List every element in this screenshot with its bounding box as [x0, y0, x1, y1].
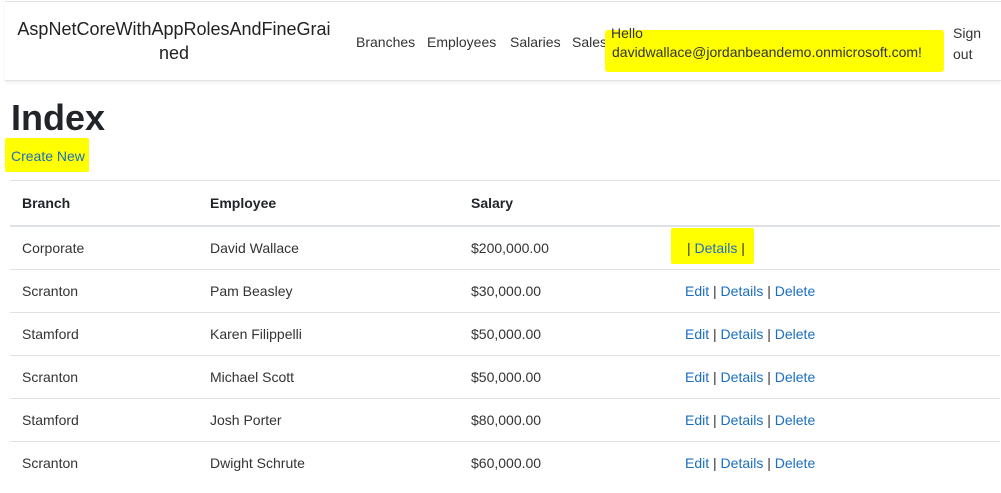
table-row: Stamford Josh Porter $80,000.00 Edit | D…	[10, 398, 1000, 442]
cell-branch: Stamford	[10, 398, 198, 442]
cell-employee: Karen Filippelli	[198, 312, 459, 356]
cell-actions: Edit | Details | Delete	[673, 441, 1000, 484]
edit-link[interactable]: Edit	[685, 455, 709, 471]
separator: |	[713, 412, 717, 428]
nav-salaries[interactable]: Salaries	[510, 34, 561, 50]
separator: |	[767, 369, 771, 385]
details-link[interactable]: Details	[695, 240, 738, 256]
table-row: Scranton Michael Scott $50,000.00 Edit |…	[10, 355, 1000, 399]
details-link[interactable]: Details	[721, 283, 764, 299]
cell-employee: Dwight Schrute	[198, 441, 459, 484]
cell-actions: Edit | Details | Delete	[673, 312, 1000, 356]
cell-actions: Edit | Details | Delete	[673, 398, 1000, 442]
top-navbar: AspNetCoreWithAppRolesAndFineGrained Bra…	[5, 1, 1001, 81]
delete-link[interactable]: Delete	[775, 283, 815, 299]
cell-salary: $60,000.00	[459, 441, 673, 484]
cell-branch: Scranton	[10, 441, 198, 484]
header-employee: Employee	[198, 180, 459, 227]
separator: |	[713, 369, 717, 385]
separator: |	[767, 326, 771, 342]
table-row: Corporate David Wallace $200,000.00	[10, 225, 1000, 270]
delete-link[interactable]: Delete	[775, 369, 815, 385]
separator: |	[713, 326, 717, 342]
cell-branch: Corporate	[10, 225, 198, 270]
table-row: Stamford Karen Filippelli $50,000.00 Edi…	[10, 312, 1000, 356]
table-header-row: Branch Employee Salary	[10, 180, 1000, 227]
header-salary: Salary	[459, 180, 673, 227]
salaries-table: Branch Employee Salary Corporate David W…	[10, 180, 1000, 484]
nav-employees[interactable]: Employees	[427, 34, 496, 50]
cell-salary: $80,000.00	[459, 398, 673, 442]
sign-out-link[interactable]: Sign out	[953, 23, 993, 65]
delete-link[interactable]: Delete	[775, 326, 815, 342]
brand-link[interactable]: AspNetCoreWithAppRolesAndFineGrained	[14, 17, 334, 65]
cell-salary: $30,000.00	[459, 269, 673, 313]
page-title: Index	[11, 97, 106, 138]
details-link[interactable]: Details	[721, 369, 764, 385]
cell-actions: Edit | Details | Delete	[673, 355, 1000, 399]
cell-branch: Scranton	[10, 269, 198, 313]
cell-employee: Josh Porter	[198, 398, 459, 442]
table-row: Scranton Dwight Schrute $60,000.00 Edit …	[10, 441, 1000, 484]
separator: |	[741, 240, 745, 256]
edit-link[interactable]: Edit	[685, 283, 709, 299]
details-link[interactable]: Details	[721, 455, 764, 471]
nav-branches[interactable]: Branches	[356, 34, 415, 50]
table-row: Scranton Pam Beasley $30,000.00 Edit | D…	[10, 269, 1000, 313]
cell-employee: David Wallace	[198, 225, 459, 270]
user-email-link[interactable]: davidwallace@jordanbeandemo.onmicrosoft.…	[612, 44, 922, 60]
cell-salary: $200,000.00	[459, 225, 673, 270]
details-link[interactable]: Details	[721, 412, 764, 428]
edit-link[interactable]: Edit	[685, 326, 709, 342]
cell-employee: Pam Beasley	[198, 269, 459, 313]
separator: |	[713, 455, 717, 471]
separator: |	[687, 240, 691, 256]
cell-employee: Michael Scott	[198, 355, 459, 399]
delete-link[interactable]: Delete	[775, 455, 815, 471]
header-branch: Branch	[10, 180, 198, 227]
separator: |	[767, 283, 771, 299]
details-only-actions: | Details |	[687, 240, 745, 256]
separator: |	[767, 412, 771, 428]
cell-branch: Scranton	[10, 355, 198, 399]
nav-sales[interactable]: Sales	[572, 34, 607, 50]
separator: |	[767, 455, 771, 471]
cell-salary: $50,000.00	[459, 312, 673, 356]
edit-link[interactable]: Edit	[685, 369, 709, 385]
details-link[interactable]: Details	[721, 326, 764, 342]
delete-link[interactable]: Delete	[775, 412, 815, 428]
hello-label: Hello	[611, 25, 643, 41]
edit-link[interactable]: Edit	[685, 412, 709, 428]
cell-branch: Stamford	[10, 312, 198, 356]
header-actions	[673, 180, 1000, 227]
create-new-link[interactable]: Create New	[11, 148, 85, 164]
separator: |	[713, 283, 717, 299]
cell-salary: $50,000.00	[459, 355, 673, 399]
cell-actions: Edit | Details | Delete	[673, 269, 1000, 313]
